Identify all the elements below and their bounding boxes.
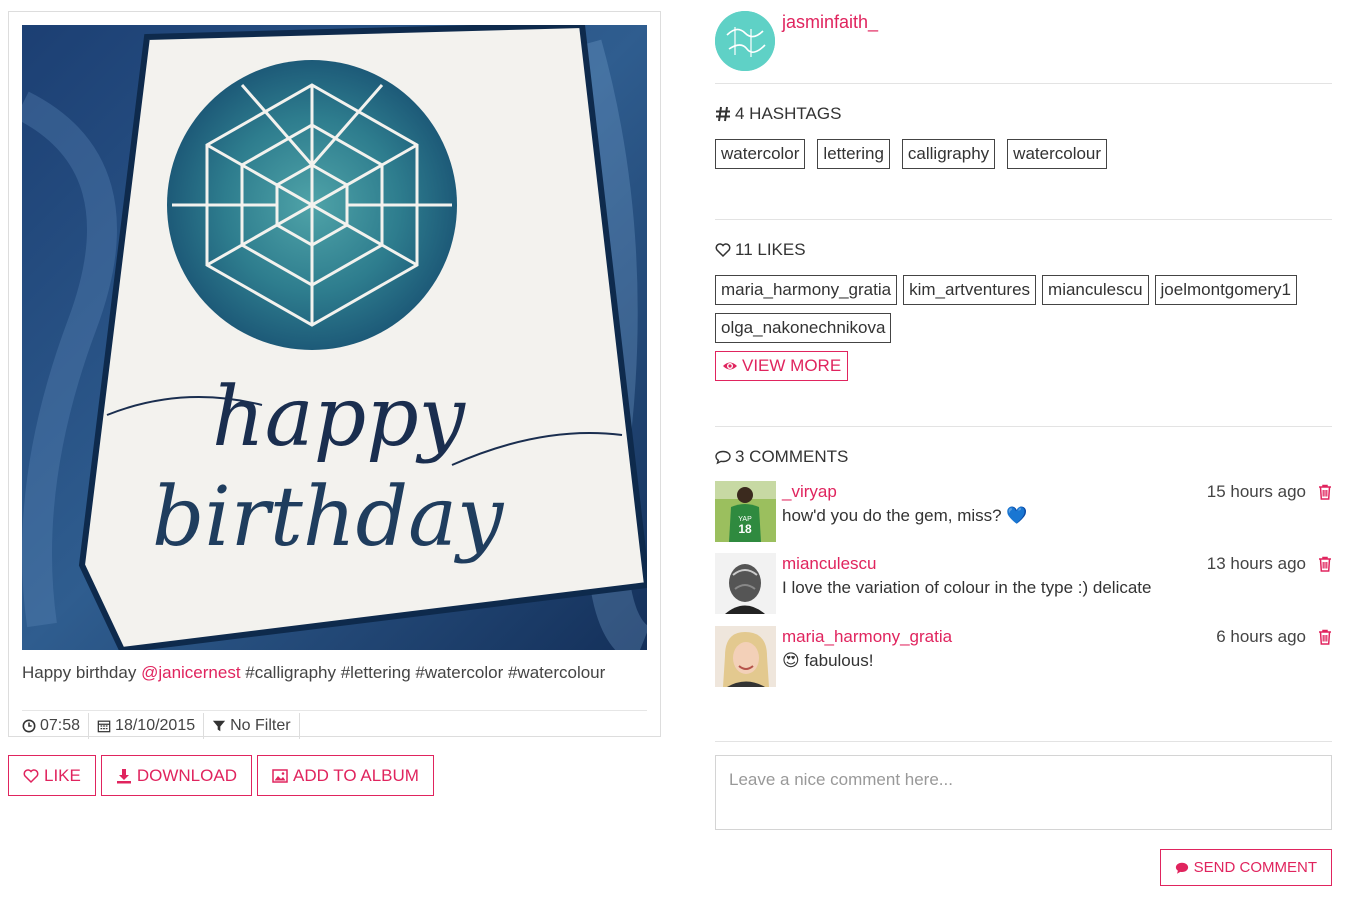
caption-mention-link[interactable]: @janicernest bbox=[141, 663, 240, 682]
post-sidebar: jasminfaith_ 4 HASHTAGS watercolor lette… bbox=[715, 0, 1332, 900]
divider bbox=[715, 219, 1332, 220]
calendar-icon bbox=[97, 720, 111, 733]
comment-timestamp: 15 hours ago bbox=[1206, 482, 1306, 501]
commenter-photo bbox=[715, 626, 776, 687]
meta-filter: No Filter bbox=[204, 713, 300, 739]
commenter-photo: YAP 18 bbox=[715, 481, 776, 542]
likes-count: 11 LIKES bbox=[735, 240, 806, 259]
post-card: happy birthday Happy birthday @janicerne… bbox=[8, 11, 661, 739]
commenter-avatar[interactable] bbox=[715, 553, 776, 614]
commenter-photo bbox=[715, 553, 776, 614]
divider bbox=[715, 83, 1332, 84]
liker-item[interactable]: olga_nakonechnikova bbox=[715, 313, 892, 343]
hashtag-icon bbox=[716, 106, 730, 122]
liker-item[interactable]: maria_harmony_gratia bbox=[715, 275, 898, 305]
post-username[interactable]: jasminfaith_ bbox=[782, 12, 878, 33]
comment-timestamp: 6 hours ago bbox=[1216, 627, 1306, 646]
post-meta: 07:58 18/10/2015 No Filter bbox=[22, 713, 300, 739]
meta-time-value: 07:58 bbox=[40, 717, 81, 734]
send-comment-label: SEND COMMENT bbox=[1193, 859, 1317, 876]
comment-item: maria_harmony_gratia 😍 fabulous! 6 hours… bbox=[715, 626, 1332, 688]
comment-timestamp: 13 hours ago bbox=[1206, 554, 1306, 573]
hashtag-item[interactable]: lettering bbox=[817, 139, 890, 169]
download-button[interactable]: DOWNLOAD bbox=[100, 755, 252, 796]
like-button[interactable]: LIKE bbox=[8, 755, 96, 796]
like-button-label: LIKE bbox=[44, 765, 81, 785]
trash-icon[interactable] bbox=[1318, 556, 1332, 572]
view-more-likes-button[interactable]: VIEW MORE bbox=[715, 351, 849, 381]
trash-icon[interactable] bbox=[1318, 629, 1332, 645]
svg-text:birthday: birthday bbox=[152, 470, 505, 565]
heart-icon bbox=[23, 768, 39, 783]
post-actions: LIKE DOWNLOAD ADD TO ALBUM bbox=[8, 755, 434, 796]
comment-item: YAP 18 _viryap how'd you do the gem, mis… bbox=[715, 481, 1332, 543]
hashtags-count: 4 HASHTAGS bbox=[735, 104, 842, 123]
meta-time: 07:58 bbox=[22, 713, 90, 739]
caption-hashtags: #calligraphy #lettering #watercolor #wat… bbox=[240, 663, 606, 682]
comment-icon bbox=[1175, 862, 1188, 874]
eye-icon bbox=[723, 362, 737, 370]
post-caption: Happy birthday @janicernest #calligraphy… bbox=[22, 663, 605, 683]
comment-icon bbox=[715, 450, 731, 465]
hashtag-item[interactable]: calligraphy bbox=[901, 139, 996, 169]
svg-text:18: 18 bbox=[738, 522, 752, 536]
post-artwork: happy birthday bbox=[22, 25, 647, 650]
comment-text: how'd you do the gem, miss? 💙 bbox=[782, 506, 1028, 525]
comments-count: 3 COMMENTS bbox=[735, 447, 849, 466]
divider bbox=[715, 741, 1332, 742]
artwork-lettering: happy bbox=[212, 370, 467, 465]
add-to-album-button[interactable]: ADD TO ALBUM bbox=[256, 755, 434, 796]
filter-icon bbox=[213, 720, 226, 732]
post-image[interactable]: happy birthday bbox=[22, 25, 647, 650]
likes-heading: 11 LIKES bbox=[715, 240, 806, 260]
comment-text: I love the variation of colour in the ty… bbox=[782, 578, 1152, 597]
hashtag-item[interactable]: watercolor bbox=[715, 139, 806, 169]
user-avatar[interactable] bbox=[715, 11, 775, 71]
meta-date: 18/10/2015 bbox=[89, 713, 205, 739]
meta-divider bbox=[22, 710, 647, 711]
comment-input[interactable] bbox=[715, 755, 1332, 830]
likes-list: maria_harmony_gratia kim_artventures mia… bbox=[715, 275, 1332, 343]
comments-heading: 3 COMMENTS bbox=[715, 447, 848, 467]
comment-item: mianculescu I love the variation of colo… bbox=[715, 553, 1332, 615]
image-icon bbox=[272, 768, 288, 783]
heart-icon bbox=[715, 243, 731, 258]
hashtag-item[interactable]: watercolour bbox=[1007, 139, 1108, 169]
liker-item[interactable]: kim_artventures bbox=[903, 275, 1037, 305]
avatar-logo bbox=[715, 11, 775, 71]
clock-icon bbox=[22, 719, 36, 733]
trash-icon[interactable] bbox=[1318, 484, 1332, 500]
download-button-label: DOWNLOAD bbox=[136, 765, 237, 785]
hashtag-list: watercolor lettering calligraphy waterco… bbox=[715, 139, 1115, 169]
add-to-album-button-label: ADD TO ALBUM bbox=[292, 765, 419, 785]
comment-username[interactable]: maria_harmony_gratia bbox=[782, 627, 952, 647]
commenter-avatar[interactable] bbox=[715, 626, 776, 687]
meta-date-value: 18/10/2015 bbox=[115, 717, 196, 734]
view-more-label: VIEW MORE bbox=[742, 356, 842, 375]
hashtags-heading: 4 HASHTAGS bbox=[715, 104, 841, 124]
commenter-avatar[interactable]: YAP 18 bbox=[715, 481, 776, 542]
caption-text: Happy birthday bbox=[22, 663, 142, 682]
send-comment-button[interactable]: SEND COMMENT bbox=[1159, 849, 1332, 886]
liker-item[interactable]: joelmontgomery1 bbox=[1154, 275, 1297, 305]
download-icon bbox=[116, 768, 131, 783]
meta-filter-value: No Filter bbox=[230, 717, 291, 734]
liker-item[interactable]: mianculescu bbox=[1042, 275, 1149, 305]
comment-username[interactable]: _viryap bbox=[782, 482, 837, 502]
divider bbox=[715, 426, 1332, 427]
comment-text: 😍 fabulous! bbox=[782, 651, 874, 670]
comment-username[interactable]: mianculescu bbox=[782, 554, 877, 574]
